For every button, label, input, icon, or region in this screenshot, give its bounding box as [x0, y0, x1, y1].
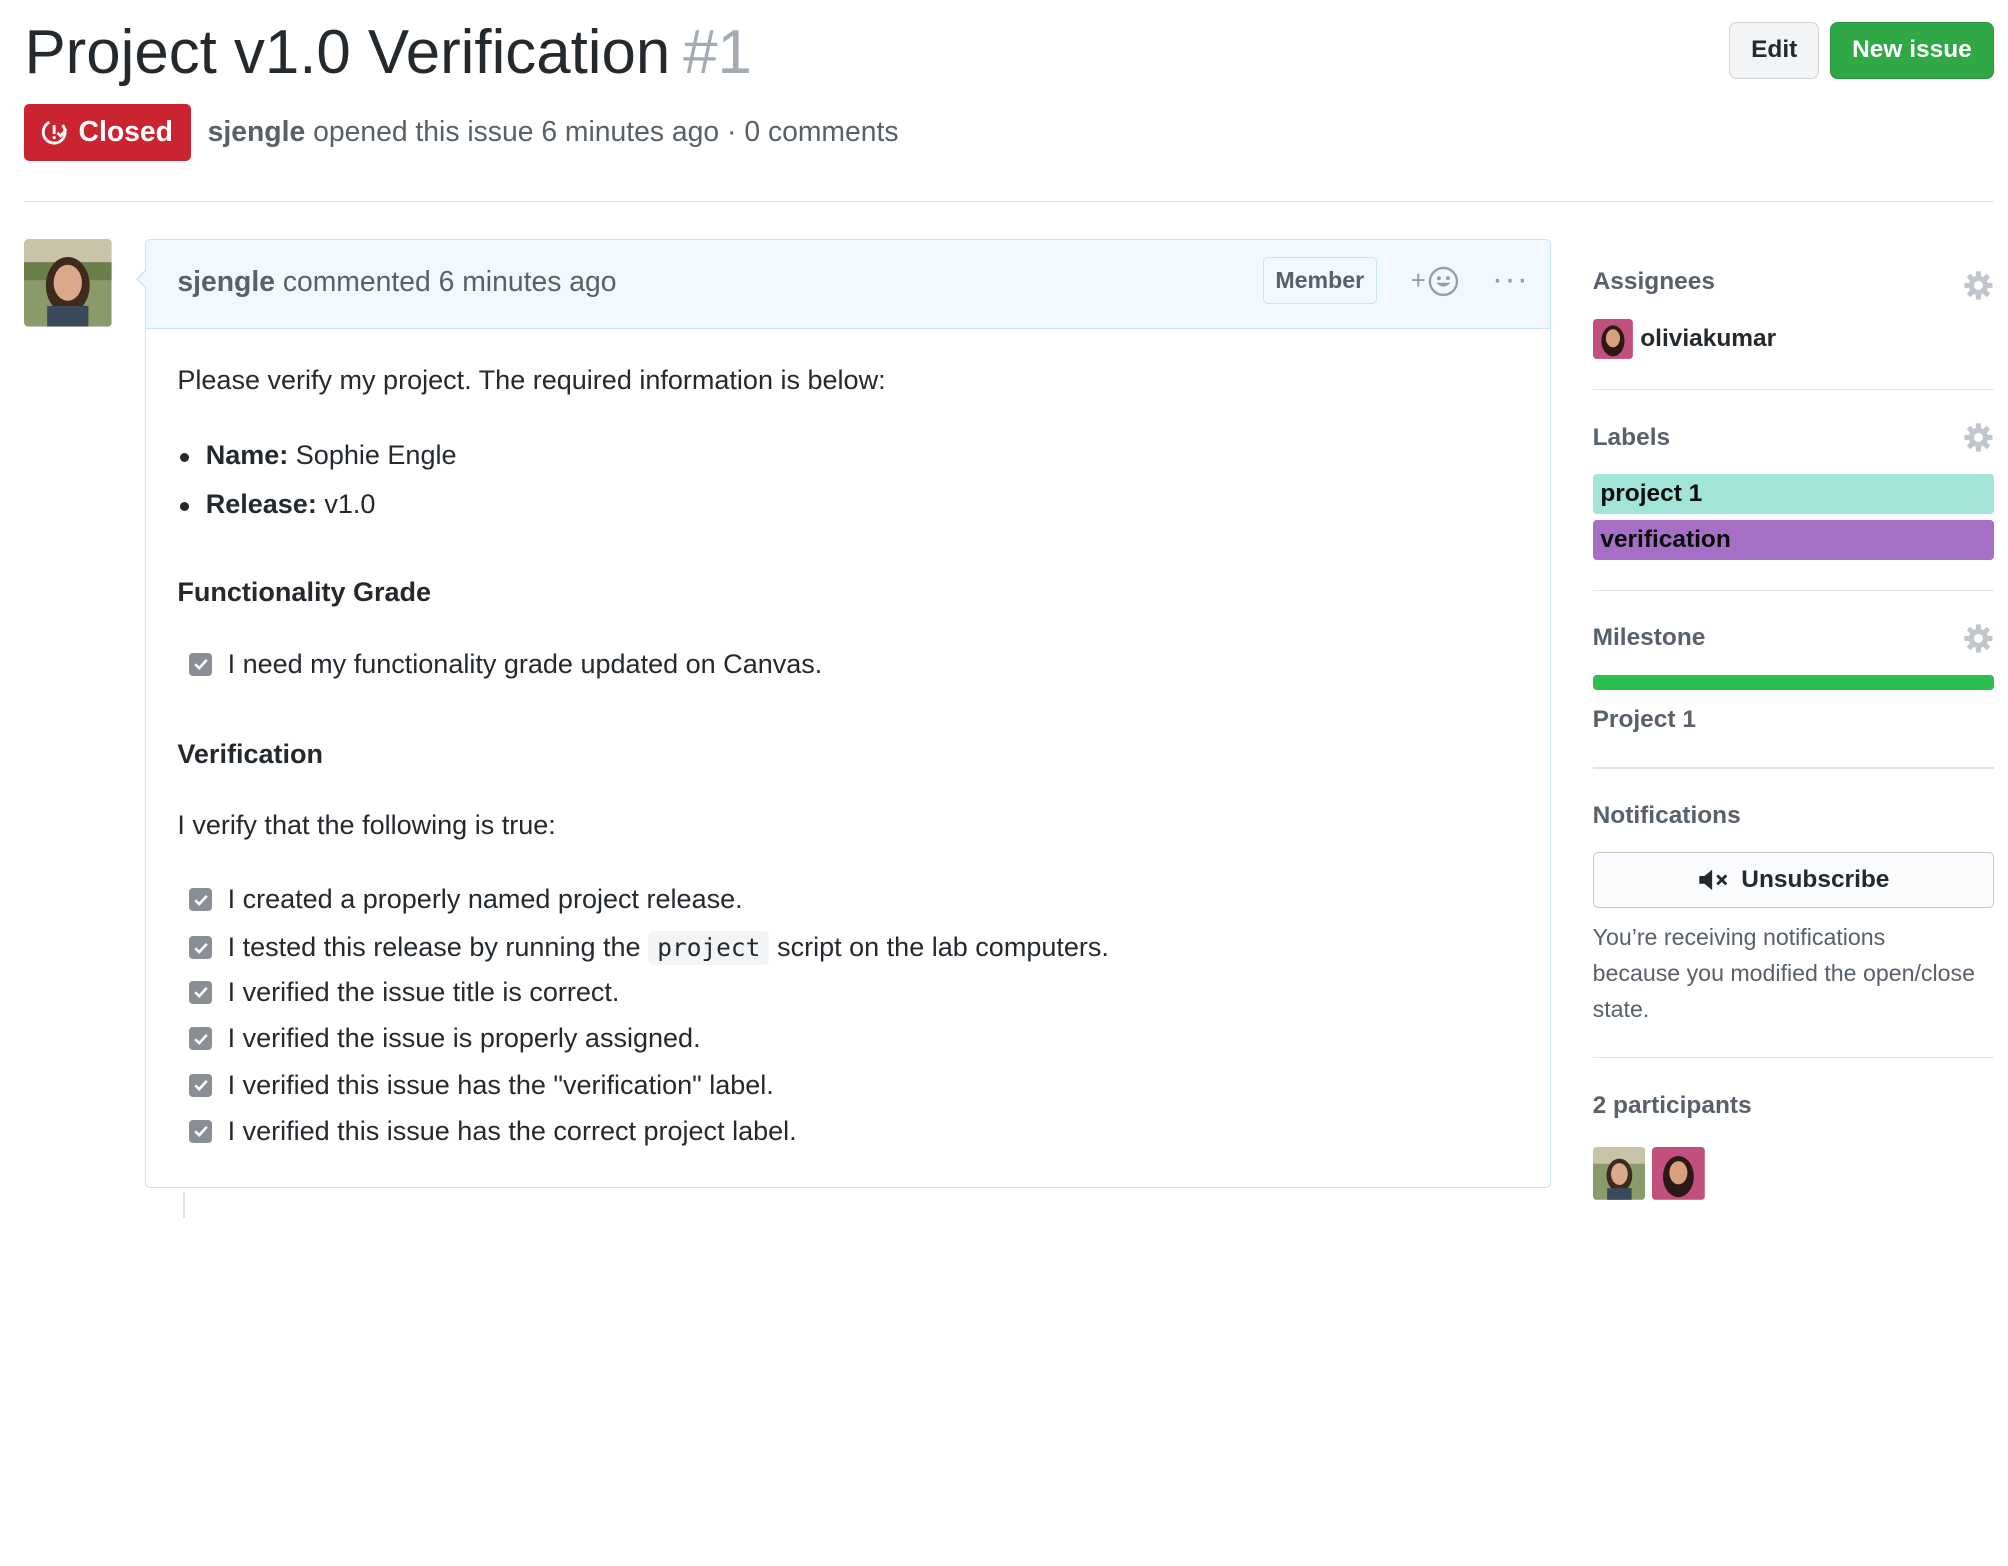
issue-author-link[interactable]: sjengle — [208, 116, 306, 148]
issue-meta: Closed sjengle opened this issue 6 minut… — [24, 104, 899, 161]
sidebar-divider — [1592, 767, 1995, 769]
field-value: v1.0 — [324, 488, 376, 519]
comment-header: sjengle commented 6 minutes ago Member +… — [146, 240, 1551, 330]
task-text: I created a properly named project relea… — [227, 884, 743, 915]
comment-timestamp[interactable]: commented 6 minutes ago — [283, 266, 617, 298]
gear-icon[interactable] — [1963, 270, 1994, 301]
sidebar-divider — [1592, 1057, 1995, 1059]
notification-reason: You’re receiving notifications because y… — [1592, 924, 1975, 1023]
add-reaction-button[interactable]: + — [1411, 266, 1460, 297]
mute-icon — [1698, 869, 1727, 891]
new-issue-button[interactable]: New issue — [1829, 21, 1995, 79]
member-badge: Member — [1262, 257, 1377, 304]
plus-icon: + — [1410, 267, 1426, 296]
task-text: I tested this release by running the — [227, 932, 641, 963]
milestone-title[interactable]: Milestone — [1593, 624, 1706, 652]
verification-heading: Verification — [177, 738, 324, 769]
comment-author-link[interactable]: sjengle — [177, 266, 275, 298]
checkbox-checked[interactable] — [188, 980, 213, 1004]
checkbox-checked[interactable] — [188, 936, 213, 960]
participants-list — [1592, 1147, 1711, 1200]
functionality-heading: Functionality Grade — [177, 576, 432, 607]
issue-closed-icon — [41, 120, 68, 145]
list-item: Release: v1.0 — [179, 488, 376, 520]
issue-page: Project v1.0 Verification #1 Edit New iss… — [0, 0, 2008, 1218]
participant-avatar[interactable] — [1651, 1147, 1705, 1200]
issue-meta-text: sjengle opened this issue 6 minutes ago … — [208, 116, 899, 149]
participants-title: 2 participants — [1592, 1091, 1752, 1119]
label-verification[interactable]: verification — [1592, 520, 1995, 561]
verification-intro: I verify that the following is true: — [177, 809, 556, 840]
issue-number: #1 — [683, 17, 752, 87]
status-label: Closed — [78, 116, 173, 149]
task-item: I need my functionality grade updated on… — [188, 648, 823, 680]
assignees-title[interactable]: Assignees — [1593, 268, 1715, 296]
edit-button[interactable]: Edit — [1729, 21, 1820, 79]
participant-avatar[interactable] — [1592, 1147, 1646, 1200]
assignee-name[interactable]: oliviakumar — [1640, 325, 1776, 353]
unsubscribe-label: Unsubscribe — [1741, 865, 1890, 893]
task-item: I tested this release by running the proj… — [188, 930, 1109, 965]
status-badge: Closed — [24, 104, 191, 161]
field-value: Sophie Engle — [295, 440, 457, 471]
task-item: I verified the issue title is correct. — [188, 976, 620, 1008]
task-item: I verified this issue has the "verificat… — [188, 1069, 774, 1101]
task-item: I created a properly named project relea… — [188, 884, 743, 915]
task-item: I verified this issue has the correct pr… — [188, 1115, 797, 1147]
header-divider — [24, 200, 1995, 203]
issue-title-text: Project v1.0 Verification — [24, 17, 671, 87]
assignee-item[interactable]: oliviakumar — [1592, 319, 1776, 360]
label-project-1[interactable]: project 1 — [1592, 473, 1995, 514]
field-key: Name: — [205, 440, 289, 471]
milestone-progress-bar — [1592, 674, 1995, 691]
author-avatar[interactable] — [24, 239, 112, 328]
task-text: I verified the issue is properly assigne… — [227, 1023, 701, 1054]
comment-intro: Please verify my project. The required i… — [177, 365, 886, 396]
field-key: Release: — [205, 488, 317, 519]
checkbox-checked[interactable] — [188, 1027, 213, 1051]
sidebar-divider — [1592, 589, 1995, 591]
task-text: I verified the issue title is correct. — [227, 976, 620, 1007]
task-text: script on the lab computers. — [777, 932, 1109, 963]
gear-icon[interactable] — [1963, 623, 1994, 654]
more-options-icon[interactable]: ··· — [1492, 261, 1529, 299]
comment-byline: sjengle commented 6 minutes ago — [177, 266, 616, 299]
task-text: I verified this issue has the correct pr… — [227, 1115, 797, 1146]
unsubscribe-button[interactable]: Unsubscribe — [1592, 852, 1995, 908]
list-item: Name: Sophie Engle — [179, 440, 457, 471]
labels-title[interactable]: Labels — [1593, 424, 1670, 452]
milestone-progress-fill — [1592, 674, 1995, 691]
inline-code: project — [648, 930, 770, 965]
timeline-line — [182, 1192, 186, 1218]
checkbox-checked[interactable] — [188, 888, 213, 912]
sidebar-divider — [1592, 388, 1995, 391]
task-text: I verified this issue has the "verificat… — [227, 1069, 774, 1100]
task-item: I verified the issue is properly assigne… — [188, 1023, 701, 1054]
checkbox-checked[interactable] — [188, 1073, 213, 1097]
task-text: I need my functionality grade updated on… — [227, 648, 823, 679]
assignee-avatar — [1592, 319, 1633, 360]
gear-icon[interactable] — [1963, 422, 1994, 453]
smiley-icon — [1429, 266, 1459, 297]
issue-comment: sjengle commented 6 minutes ago Member +… — [135, 239, 1552, 1189]
issue-meta-detail: opened this issue 6 minutes ago · 0 comm… — [313, 116, 899, 149]
issue-title: Project v1.0 Verification #1 — [24, 13, 751, 93]
notifications-title: Notifications — [1592, 802, 1741, 830]
checkbox-checked[interactable] — [188, 1119, 213, 1144]
milestone-name[interactable]: Project 1 — [1593, 706, 1696, 734]
checkbox-checked[interactable] — [188, 652, 213, 676]
